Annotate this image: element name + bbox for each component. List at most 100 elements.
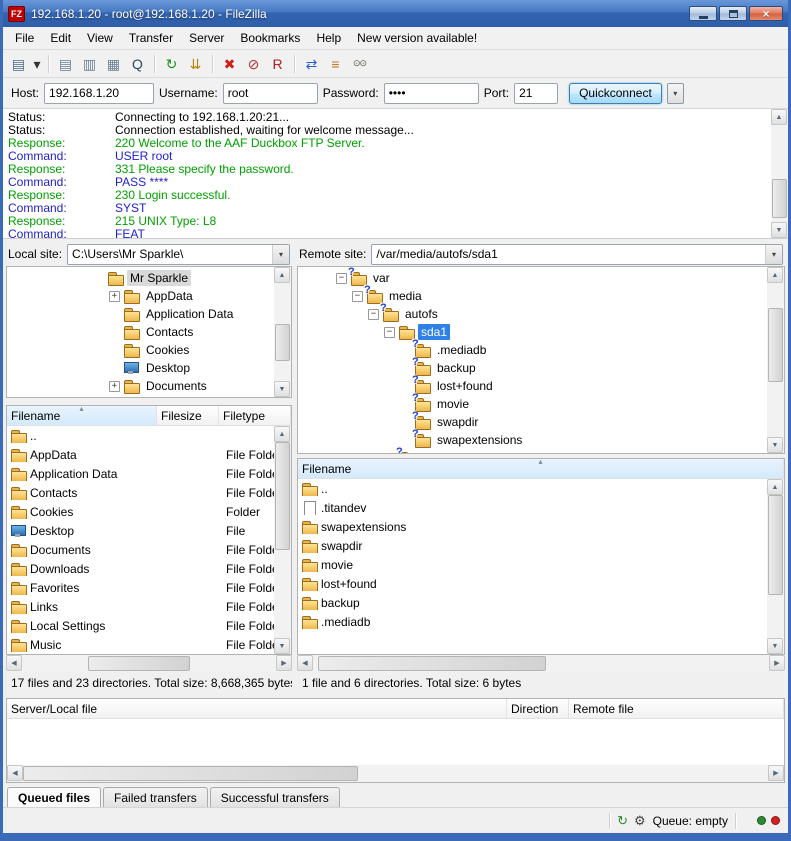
expand-plus-icon[interactable]: + xyxy=(109,381,120,392)
local-list-hscrollbar[interactable]: ◀▶ xyxy=(6,655,292,672)
close-button[interactable]: × xyxy=(749,6,783,21)
scroll-right-button[interactable]: ▶ xyxy=(276,655,292,671)
site-manager-button[interactable]: ▤ xyxy=(7,53,30,75)
file-row-mediadb[interactable]: .mediadb xyxy=(298,612,767,631)
menu-item-server[interactable]: Server xyxy=(181,28,232,48)
process-queue-button[interactable]: ⇊ xyxy=(184,53,207,75)
file-row-cookies[interactable]: CookiesFolder xyxy=(7,502,274,521)
collapse-minus-icon[interactable]: − xyxy=(368,309,379,320)
tab-successful-transfers[interactable]: Successful transfers xyxy=(210,787,340,807)
site-manager-dropdown-button[interactable]: ▾ xyxy=(31,53,43,75)
disconnect-button[interactable]: ⊘ xyxy=(242,53,265,75)
tree-item-cookies[interactable]: Cookies xyxy=(7,341,274,359)
collapse-minus-icon[interactable]: − xyxy=(336,273,347,284)
tree-item-downloads[interactable]: +Downloads xyxy=(7,395,274,397)
column-header-filename[interactable]: ▴Filename xyxy=(7,406,157,425)
scroll-thumb[interactable] xyxy=(768,308,783,382)
local-list-scrollbar[interactable]: ▲▼ xyxy=(274,426,291,654)
tree-item-autofs[interactable]: −?autofs xyxy=(298,305,767,323)
file-row-application-data[interactable]: Application DataFile Folder xyxy=(7,464,274,483)
scroll-down-button[interactable]: ▼ xyxy=(274,381,290,397)
file-row-swapdir[interactable]: swapdir xyxy=(298,536,767,555)
file-row-music[interactable]: MusicFile Folder xyxy=(7,635,274,654)
menu-item-bookmarks[interactable]: Bookmarks xyxy=(232,28,308,48)
file-row-local-settings[interactable]: Local SettingsFile Folder xyxy=(7,616,274,635)
column-header-filename[interactable]: ▴Filename xyxy=(298,459,784,478)
file-row-downloads[interactable]: DownloadsFile Folder xyxy=(7,559,274,578)
directory-comparison-button[interactable]: ≡ xyxy=(324,53,347,75)
collapse-minus-icon[interactable]: − xyxy=(384,327,395,338)
reconnect-button[interactable]: R xyxy=(266,53,289,75)
scroll-down-button[interactable]: ▼ xyxy=(767,437,783,453)
column-header-filetype[interactable]: Filetype xyxy=(219,406,291,425)
synchronized-browsing-button[interactable]: ⇄ xyxy=(300,53,323,75)
minimize-button[interactable] xyxy=(689,6,717,21)
local-site-combo-arrow-icon[interactable]: ▾ xyxy=(272,245,289,264)
file-row-appdata[interactable]: AppDataFile Folder xyxy=(7,445,274,464)
scroll-right-button[interactable]: ▶ xyxy=(769,655,785,671)
remote-list-hscrollbar[interactable]: ◀▶ xyxy=(297,655,785,672)
tree-item-dvd[interactable]: ?dvd xyxy=(298,449,767,453)
tree-item-sda1[interactable]: −sda1 xyxy=(298,323,767,341)
scroll-up-button[interactable]: ▲ xyxy=(771,109,787,125)
scroll-down-button[interactable]: ▼ xyxy=(771,222,787,238)
scroll-thumb[interactable] xyxy=(768,495,783,595)
scroll-track[interactable] xyxy=(274,283,291,381)
refresh-button[interactable]: ↻ xyxy=(160,53,183,75)
tab-failed-transfers[interactable]: Failed transfers xyxy=(103,787,208,807)
menu-item-new-version-available[interactable]: New version available! xyxy=(349,28,485,48)
log-scrollbar[interactable]: ▲▼ xyxy=(771,109,788,238)
file-row-backup[interactable]: backup xyxy=(298,593,767,612)
quickconnect-button[interactable]: Quickconnect xyxy=(569,83,662,104)
queue-hscrollbar[interactable]: ◀▶ xyxy=(7,765,784,782)
local-tree-scrollbar[interactable]: ▲▼ xyxy=(274,267,291,397)
file-row-links[interactable]: LinksFile Folder xyxy=(7,597,274,616)
remote-site-combo-arrow-icon[interactable]: ▾ xyxy=(765,245,782,264)
scroll-left-button[interactable]: ◀ xyxy=(297,655,313,671)
scroll-left-button[interactable]: ◀ xyxy=(6,655,22,671)
tree-item-media[interactable]: −?media xyxy=(298,287,767,305)
scroll-track[interactable] xyxy=(274,442,291,638)
tree-item-swapextensions[interactable]: ?swapextensions xyxy=(298,431,767,449)
tree-item-contacts[interactable]: Contacts xyxy=(7,323,274,341)
menu-item-transfer[interactable]: Transfer xyxy=(121,28,181,48)
scroll-track[interactable] xyxy=(22,655,276,672)
column-header-direction[interactable]: Direction xyxy=(507,699,569,718)
scroll-thumb[interactable] xyxy=(88,656,190,671)
sync-browsing-indicator-icon[interactable]: ↻ xyxy=(617,814,628,827)
remote-tree-scrollbar[interactable]: ▲▼ xyxy=(767,267,784,453)
tree-item-application-data[interactable]: Application Data xyxy=(7,305,274,323)
remote-site-combo[interactable]: /var/media/autofs/sda1 ▾ xyxy=(371,244,783,265)
quickconnect-dropdown-button[interactable]: ▾ xyxy=(667,83,684,104)
toggle-remote-tree-button[interactable]: ▦ xyxy=(102,53,125,75)
tree-item-backup[interactable]: ?backup xyxy=(298,359,767,377)
find-files-button[interactable]: ⊙⊙ xyxy=(348,53,371,75)
tree-item-mr-sparkle[interactable]: Mr Sparkle xyxy=(7,269,274,287)
scroll-down-button[interactable]: ▼ xyxy=(767,638,783,654)
remote-list-scrollbar[interactable]: ▲▼ xyxy=(767,479,784,654)
tree-item-swapdir[interactable]: ?swapdir xyxy=(298,413,767,431)
username-input[interactable] xyxy=(223,83,318,104)
collapse-minus-icon[interactable]: − xyxy=(352,291,363,302)
tree-item-movie[interactable]: ?movie xyxy=(298,395,767,413)
scroll-track[interactable] xyxy=(767,495,784,638)
cancel-button[interactable]: ✖ xyxy=(218,53,241,75)
tab-queued-files[interactable]: Queued files xyxy=(7,787,101,807)
scroll-track[interactable] xyxy=(767,283,784,437)
file-row-item[interactable]: .. xyxy=(7,426,274,445)
menu-item-file[interactable]: File xyxy=(7,28,42,48)
scroll-up-button[interactable]: ▲ xyxy=(767,479,783,495)
column-header-filesize[interactable]: Filesize xyxy=(157,406,219,425)
title-bar[interactable]: FZ 192.168.1.20 - root@192.168.1.20 - Fi… xyxy=(3,0,788,27)
local-pane-splitter[interactable] xyxy=(6,398,292,405)
file-row-documents[interactable]: DocumentsFile Folder xyxy=(7,540,274,559)
scroll-down-button[interactable]: ▼ xyxy=(274,638,290,654)
tree-item-documents[interactable]: +Documents xyxy=(7,377,274,395)
scroll-track[interactable] xyxy=(23,765,768,782)
column-header-server-local-file[interactable]: Server/Local file xyxy=(7,699,507,718)
toggle-message-log-button[interactable]: ▤ xyxy=(54,53,77,75)
scroll-thumb[interactable] xyxy=(275,442,290,550)
port-input[interactable] xyxy=(514,83,558,104)
scroll-thumb[interactable] xyxy=(23,766,358,781)
scroll-up-button[interactable]: ▲ xyxy=(274,267,290,283)
